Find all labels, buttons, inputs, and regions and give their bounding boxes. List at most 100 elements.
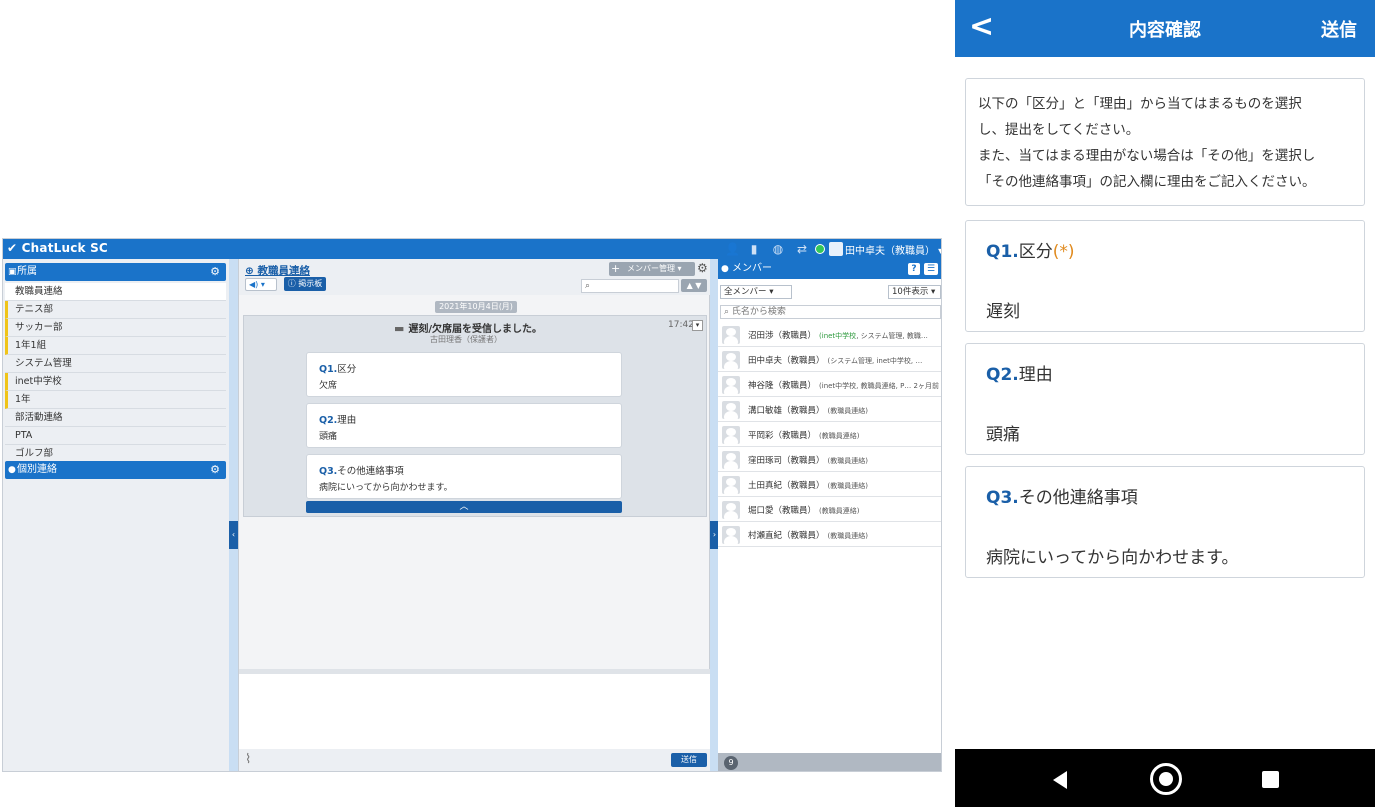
message-time: 17:42 <box>668 320 694 330</box>
sidebar-item[interactable]: サッカー部 <box>5 319 226 337</box>
question-card: Q1.区分(*) 遅刻 <box>965 220 1365 332</box>
answer-value: 欠席 <box>319 381 338 391</box>
sidebar-item[interactable]: システム管理 <box>5 355 226 373</box>
page-title: 内容確認 <box>1129 20 1201 41</box>
chat-header: ⊕ 教職員連絡 ◀) ▾ ⓘ 掲示板 + メンバー管理 ▾ ⚙ ⌕ ▲ ▼ <box>239 259 711 295</box>
answer-card: Q1.区分欠席 <box>306 352 622 397</box>
answer-value: 頭痛 <box>319 432 338 442</box>
date-separator: 2021年10月4日(月) <box>435 301 517 313</box>
sidebar-item[interactable]: 1年1組 <box>5 337 226 355</box>
instruction-box: 以下の「区分」と「理由」から当てはまるものを選択 し、提出をしてください。 また… <box>965 78 1365 206</box>
people-icon: ● <box>721 264 729 274</box>
section-affiliation[interactable]: ▣ 所属 ⚙ <box>5 263 226 281</box>
answer-value: 頭痛 <box>986 425 1020 445</box>
member-row[interactable]: 田中卓夫（教職員） (システム管理, inet中学校, … <box>718 348 941 372</box>
member-row[interactable]: 堀口愛（教職員） (教職員連絡) <box>718 498 941 522</box>
avatar <box>722 526 740 544</box>
question-label: Q1.区分 <box>319 364 357 375</box>
list-icon[interactable]: ☰ <box>924 263 938 275</box>
member-row[interactable]: 村瀬直紀（教職員） (教職員連絡) <box>718 523 941 547</box>
gear-icon[interactable]: ⚙ <box>697 261 708 275</box>
question-label: Q1.区分(*) <box>986 242 1075 262</box>
member-search-input[interactable]: ⌕ 氏名から検索 <box>720 305 941 319</box>
chat-bubble-icon: ▬ <box>394 322 405 335</box>
compose-footer: ⌇ 送信 <box>239 749 711 771</box>
room-sidebar: ▣ 所属 ⚙ 教職員連絡 テニス部 サッカー部 1年1組 システム管理 inet中学校 1年… <box>3 259 229 771</box>
plus-icon: + <box>611 262 621 275</box>
answer-value: 病院にいってから向かわせます。 <box>319 483 453 493</box>
globe-icon[interactable]: ◍ <box>771 242 785 256</box>
member-row[interactable]: 溝口敏雄（教職員） (教職員連絡) <box>718 398 941 422</box>
sound-toggle[interactable]: ◀) ▾ <box>245 278 277 291</box>
submit-button[interactable]: 送信 <box>1321 16 1357 42</box>
gear-icon[interactable]: ⚙ <box>210 263 220 281</box>
sidebar-item[interactable]: 部活動連絡 <box>5 409 226 427</box>
instruction-line: 以下の「区分」と「理由」から当てはまるものを選択 <box>978 96 1302 112</box>
message-title: ▬ 遅刻/欠席届を受信しました。 <box>394 322 543 335</box>
sidebar-item[interactable]: 1年 <box>5 391 226 409</box>
answer-card: Q3.その他連絡事項病院にいってから向かわせます。 <box>306 454 622 499</box>
collapse-left-arrow-icon[interactable]: ‹ <box>229 521 238 549</box>
question-card: Q2.理由頭痛 <box>965 343 1365 455</box>
paperclip-icon[interactable]: ⌇ <box>245 752 251 767</box>
message-menu-chevron-icon[interactable]: ▾ <box>692 320 703 331</box>
section-individual[interactable]: ● 個別連絡 ⚙ <box>5 461 226 479</box>
member-panel: ● メンバー ? ☰ 全メンバー ▾ 10件表示 ▾ ⌕ 氏名から検索 沼田渉（… <box>718 259 941 771</box>
answer-value: 遅刻 <box>986 302 1020 322</box>
member-filter-select[interactable]: 全メンバー ▾ <box>720 285 792 299</box>
message-sender: 古田理香（保護者） <box>430 335 502 344</box>
avatar <box>722 376 740 394</box>
swap-icon[interactable]: ⇄ <box>795 242 809 256</box>
question-label: Q2.理由 <box>986 365 1053 385</box>
search-nav-buttons[interactable]: ▲ ▼ <box>681 279 707 292</box>
gear-icon[interactable]: ⚙ <box>210 461 220 479</box>
member-name: 窪田琢司（教職員） (教職員連絡) <box>748 456 868 466</box>
board-button[interactable]: ⓘ 掲示板 <box>284 277 326 291</box>
nav-back-icon[interactable] <box>1053 771 1067 789</box>
member-name: 堀口愛（教職員） (教職員連絡) <box>748 506 860 516</box>
desktop-app-window: ✔ ChatLuck SC 👤 ▮ ◍ ⇄ 田中卓夫（教職員） ▾ ▣ 所属 ⚙… <box>2 238 942 772</box>
collapse-message-button[interactable]: ︿ <box>306 501 622 513</box>
member-name: 村瀬直紀（教職員） (教職員連絡) <box>748 531 868 541</box>
send-button[interactable]: 送信 <box>671 753 707 767</box>
member-row[interactable]: 平岡彩（教職員） (教職員連絡) <box>718 423 941 447</box>
room-title[interactable]: ⊕ 教職員連絡 <box>245 263 310 278</box>
online-status-icon[interactable] <box>815 244 825 254</box>
avatar <box>722 501 740 519</box>
sidebar-item[interactable]: 教職員連絡 <box>5 283 226 301</box>
nav-recent-apps-icon[interactable] <box>1262 771 1279 788</box>
sidebar-item[interactable]: PTA <box>5 427 226 445</box>
avatar <box>722 351 740 369</box>
chat-panel: ⊕ 教職員連絡 ◀) ▾ ⓘ 掲示板 + メンバー管理 ▾ ⚙ ⌕ ▲ ▼ 202… <box>238 259 711 771</box>
message: ▬ 遅刻/欠席届を受信しました。 古田理香（保護者） 17:42 ▾ Q1.区分欠… <box>243 315 707 517</box>
member-row[interactable]: 窪田琢司（教職員） (教職員連絡) <box>718 448 941 472</box>
avatar <box>722 426 740 444</box>
instruction-line: 「その他連絡事項」の記入欄に理由をご記入ください。 <box>978 174 1316 190</box>
person-icon[interactable]: 👤 <box>725 242 740 256</box>
question-label: Q3.その他連絡事項 <box>319 466 404 477</box>
user-avatar[interactable] <box>829 242 843 256</box>
mobile-header: < 内容確認 送信 <box>955 0 1375 57</box>
member-row[interactable]: 沼田渉（教職員） (inet中学校, システム管理, 教職… <box>718 323 941 347</box>
building-icon: ▣ <box>8 267 17 277</box>
nav-home-icon[interactable] <box>1150 763 1182 795</box>
member-name: 溝口敏雄（教職員） (教職員連絡) <box>748 406 868 416</box>
per-page-select[interactable]: 10件表示 ▾ <box>888 285 941 299</box>
user-menu[interactable]: 田中卓夫（教職員） ▾ <box>845 242 941 257</box>
member-manage-button[interactable]: + メンバー管理 ▾ <box>609 262 695 276</box>
member-row[interactable]: 神谷隆（教職員） (inet中学校, 教職員連絡, P… 2ヶ月前 <box>718 373 941 397</box>
left-collapse-gutter[interactable]: ‹ <box>229 259 238 771</box>
member-row[interactable]: 土田真紀（教職員） (教職員連絡) <box>718 473 941 497</box>
help-icon[interactable]: ? <box>908 263 920 275</box>
sidebar-item[interactable]: inet中学校 <box>5 373 226 391</box>
member-name: 土田真紀（教職員） (教職員連絡) <box>748 481 868 491</box>
question-label: Q2.理由 <box>319 415 357 426</box>
chat-search-input[interactable]: ⌕ <box>581 279 679 293</box>
compose-textarea[interactable] <box>239 674 711 749</box>
sidebar-item[interactable]: テニス部 <box>5 301 226 319</box>
mobile-confirm-screen: < 内容確認 送信 以下の「区分」と「理由」から当てはまるものを選択 し、提出を… <box>955 0 1375 807</box>
member-name: 沼田渉（教職員） (inet中学校, システム管理, 教職… <box>748 331 928 341</box>
chat-icon[interactable]: ▮ <box>747 242 761 256</box>
avatar <box>722 451 740 469</box>
app-logo: ✔ ChatLuck SC <box>7 241 108 255</box>
